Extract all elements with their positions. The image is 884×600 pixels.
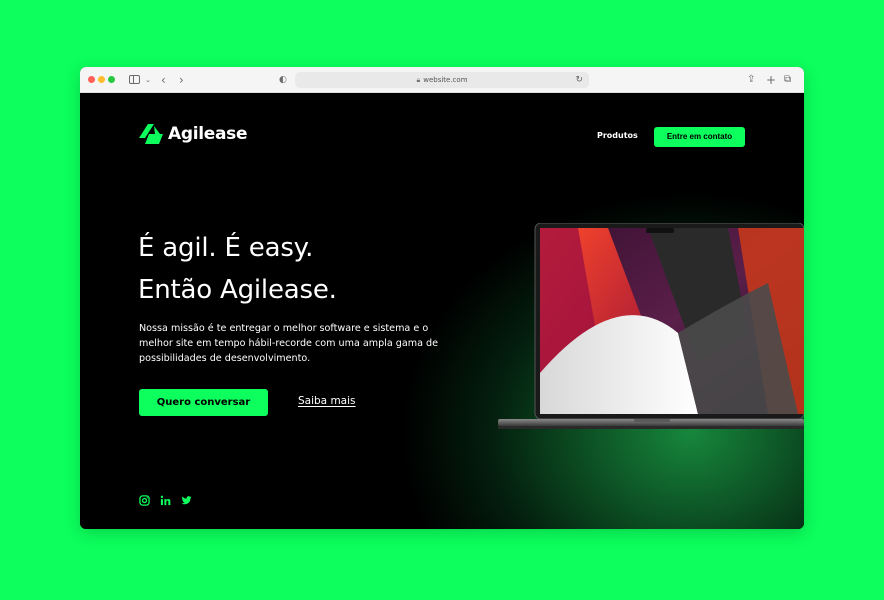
tab-overview-icon[interactable]: ⧉ xyxy=(784,72,791,88)
social-links xyxy=(139,495,192,506)
contact-button[interactable]: Entre em contato xyxy=(654,127,745,147)
twitter-icon[interactable] xyxy=(181,495,192,506)
talk-button[interactable]: Quero conversar xyxy=(139,389,268,416)
brand-logo[interactable]: Agilease xyxy=(139,124,248,144)
sidebar-toggle-icon[interactable] xyxy=(129,75,140,84)
address-url: website.com xyxy=(423,76,468,84)
linkedin-icon[interactable] xyxy=(160,495,171,506)
instagram-icon[interactable] xyxy=(139,495,150,506)
chevron-down-icon[interactable]: ⌄ xyxy=(145,72,151,88)
back-icon[interactable]: ‹ xyxy=(161,72,166,88)
nav-products-link[interactable]: Produtos xyxy=(597,131,638,140)
brand-name: Agilease xyxy=(168,124,248,144)
browser-toolbar: ⌄ ‹ › ◐ 🔒︎ website.com ↻ ⇪ + ⧉ xyxy=(80,67,804,93)
learn-more-link[interactable]: Saiba mais xyxy=(298,395,356,407)
minimize-window-button[interactable] xyxy=(98,76,105,83)
new-tab-icon[interactable]: + xyxy=(766,72,776,88)
agilease-logo-icon xyxy=(139,124,163,144)
lock-icon: 🔒︎ xyxy=(416,76,421,84)
laptop-illustration xyxy=(498,223,804,429)
browser-window: ⌄ ‹ › ◐ 🔒︎ website.com ↻ ⇪ + ⧉ Agilease P… xyxy=(80,67,804,529)
hero-headline: É agil. É easy. Então Agilease. xyxy=(138,227,337,311)
reload-icon[interactable]: ↻ xyxy=(575,72,583,88)
privacy-shield-icon[interactable]: ◐ xyxy=(279,72,287,88)
close-window-button[interactable] xyxy=(88,76,95,83)
headline-line-1: É agil. É easy. xyxy=(138,233,314,263)
headline-line-2: Então Agilease. xyxy=(138,275,337,305)
address-bar[interactable]: 🔒︎ website.com ↻ xyxy=(295,72,589,88)
zoom-window-button[interactable] xyxy=(108,76,115,83)
landing-page: Agilease Produtos Entre em contato É agi… xyxy=(80,93,804,529)
forward-icon[interactable]: › xyxy=(179,72,184,88)
hero-description: Nossa missão é te entregar o melhor soft… xyxy=(139,323,439,364)
share-icon[interactable]: ⇪ xyxy=(747,72,755,88)
